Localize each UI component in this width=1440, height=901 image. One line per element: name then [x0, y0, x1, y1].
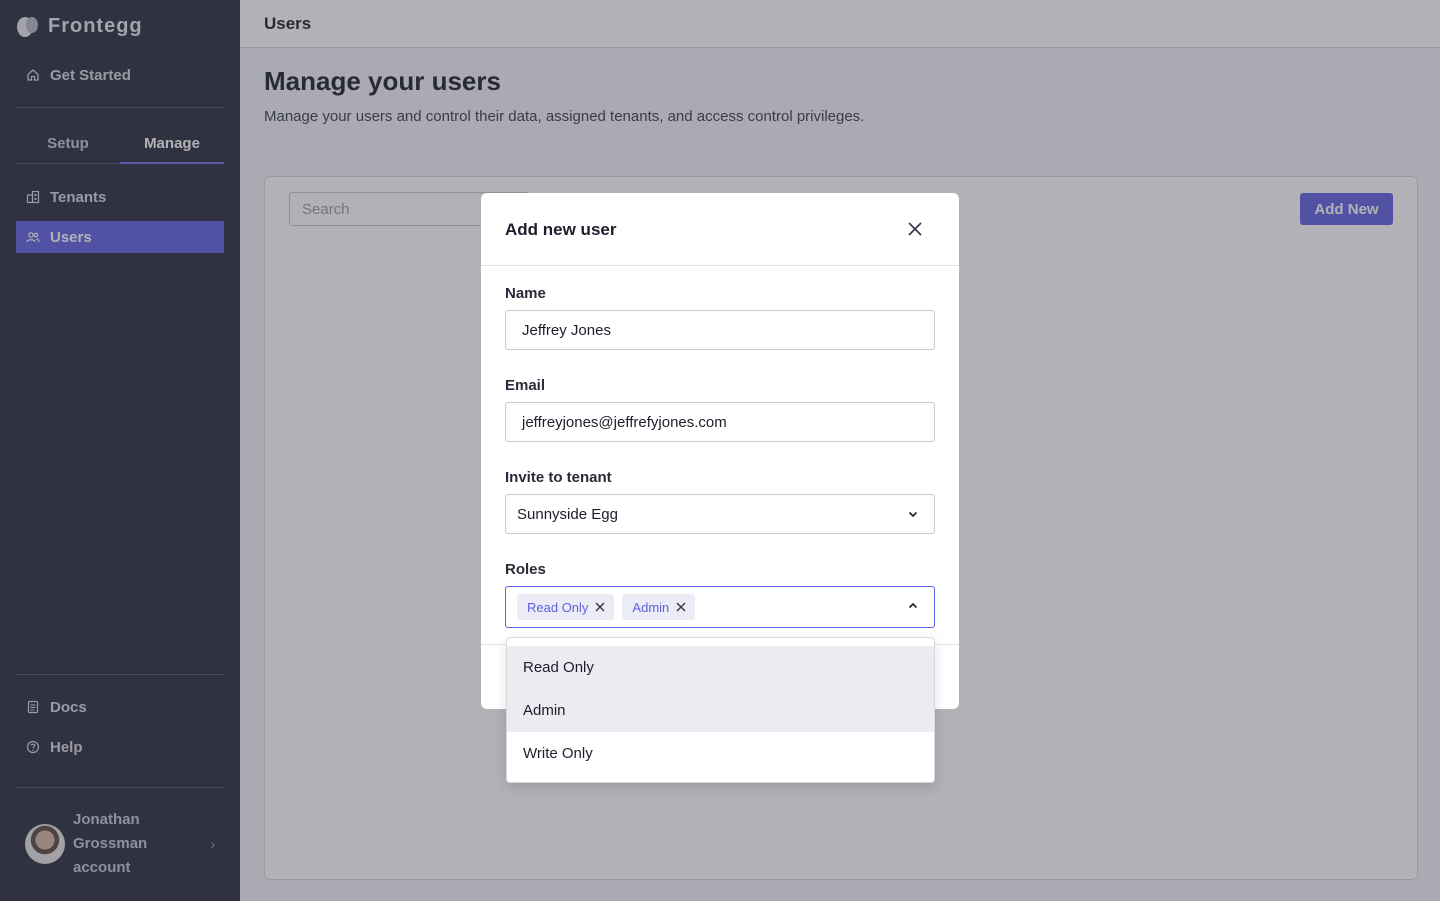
role-option-read-only[interactable]: Read Only [507, 646, 934, 689]
modal-title: Add new user [505, 220, 617, 239]
modal-header: Add new user [481, 193, 959, 266]
chevron-up-icon [908, 602, 918, 609]
remove-chip-icon[interactable] [594, 601, 606, 613]
tenant-label: Invite to tenant [505, 469, 612, 486]
role-option-admin[interactable]: Admin [507, 689, 934, 732]
role-option-write-only[interactable]: Write Only [507, 732, 934, 775]
role-chip-label: Admin [632, 599, 670, 615]
add-user-modal: Add new user Name Jeffrey Jones Email je… [481, 193, 959, 709]
remove-chip-icon[interactable] [675, 601, 687, 613]
email-label: Email [505, 377, 546, 394]
role-chip-label: Read Only [527, 599, 589, 615]
name-label: Name [505, 285, 546, 302]
role-chip-admin: Admin [622, 594, 696, 620]
close-icon[interactable] [905, 219, 925, 239]
email-field[interactable]: jeffreyjones@jeffrefyjones.com [505, 402, 935, 442]
role-chip-read-only: Read Only [517, 594, 615, 620]
tenant-select-value: Sunnyside Egg [517, 505, 618, 523]
roles-label: Roles [505, 561, 546, 578]
name-field[interactable]: Jeffrey Jones [505, 310, 935, 350]
chevron-down-icon [908, 511, 918, 518]
roles-dropdown-menu: Read Only Admin Write Only [506, 637, 935, 783]
tenant-select[interactable]: Sunnyside Egg [505, 494, 935, 534]
roles-multiselect[interactable]: Read Only Admin [505, 586, 935, 628]
